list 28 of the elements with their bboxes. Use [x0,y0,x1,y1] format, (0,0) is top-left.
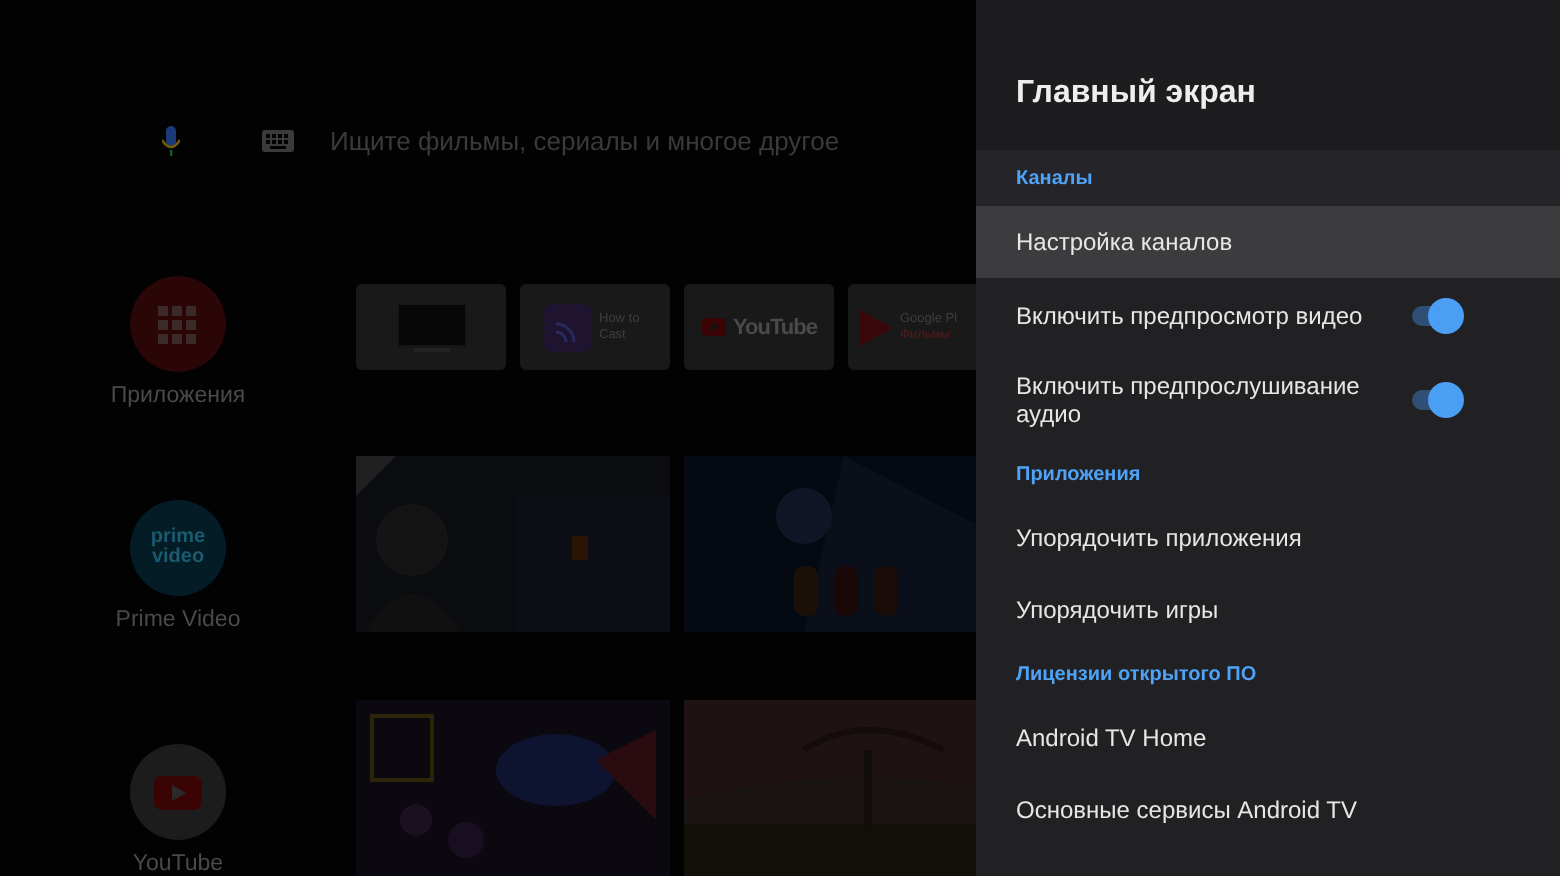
app-label: YouTube [132,852,224,876]
menu-item[interactable]: Основные сервисы Android TV [976,774,1560,846]
section-header: Приложения [1016,463,1141,485]
play-icon [154,775,202,809]
section-header: Лицензии открытого ПО [1016,663,1257,685]
play-icon [701,318,726,336]
panel-title: Главный экран [1016,76,1256,112]
youtube-app-icon[interactable] [130,744,226,840]
television-icon [397,303,465,351]
section-header: Каналы [1016,167,1093,189]
setting-label: Включить предпросмотр видео [1016,302,1363,330]
toggle-switch[interactable] [1412,298,1464,334]
menu-item[interactable]: Настройка каналов [976,206,1560,278]
setting-label: Включить предпрослушивание аудио [1016,372,1362,428]
menu-item[interactable]: Android TV Home [976,702,1560,774]
microphone-icon [162,125,180,155]
keyboard-icon [262,129,294,151]
app-tile[interactable] [356,284,506,370]
menu-item[interactable]: Упорядочить игры [976,574,1560,646]
apps-app-icon[interactable] [129,276,226,372]
app-label: Prime Video [115,608,241,632]
play-triangle-icon [860,309,892,345]
toggle-switch[interactable] [1412,382,1464,418]
grid-icon [158,305,197,343]
menu-item[interactable]: Упорядочить приложения [976,502,1560,574]
prime-video-logo: prime video [148,528,208,568]
app-label: Приложения [110,384,246,408]
cast-icon [543,303,591,351]
